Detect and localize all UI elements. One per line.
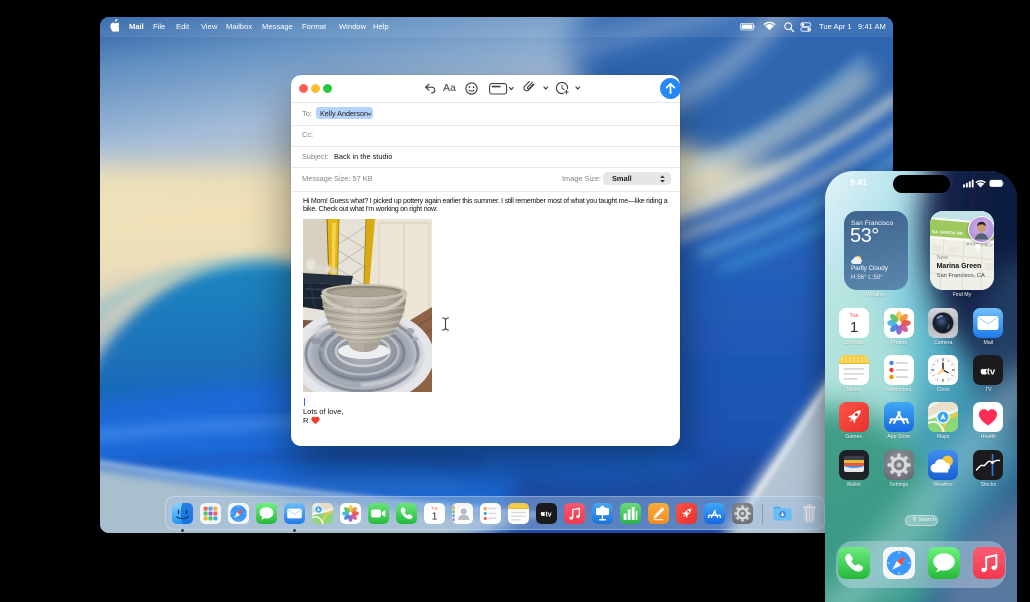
svg-text:tv: tv <box>545 512 551 519</box>
svg-text:Tue: Tue <box>431 506 437 510</box>
svg-text:1: 1 <box>431 511 437 523</box>
svg-text:tv: tv <box>987 367 996 378</box>
svg-text:1: 1 <box>849 319 857 336</box>
